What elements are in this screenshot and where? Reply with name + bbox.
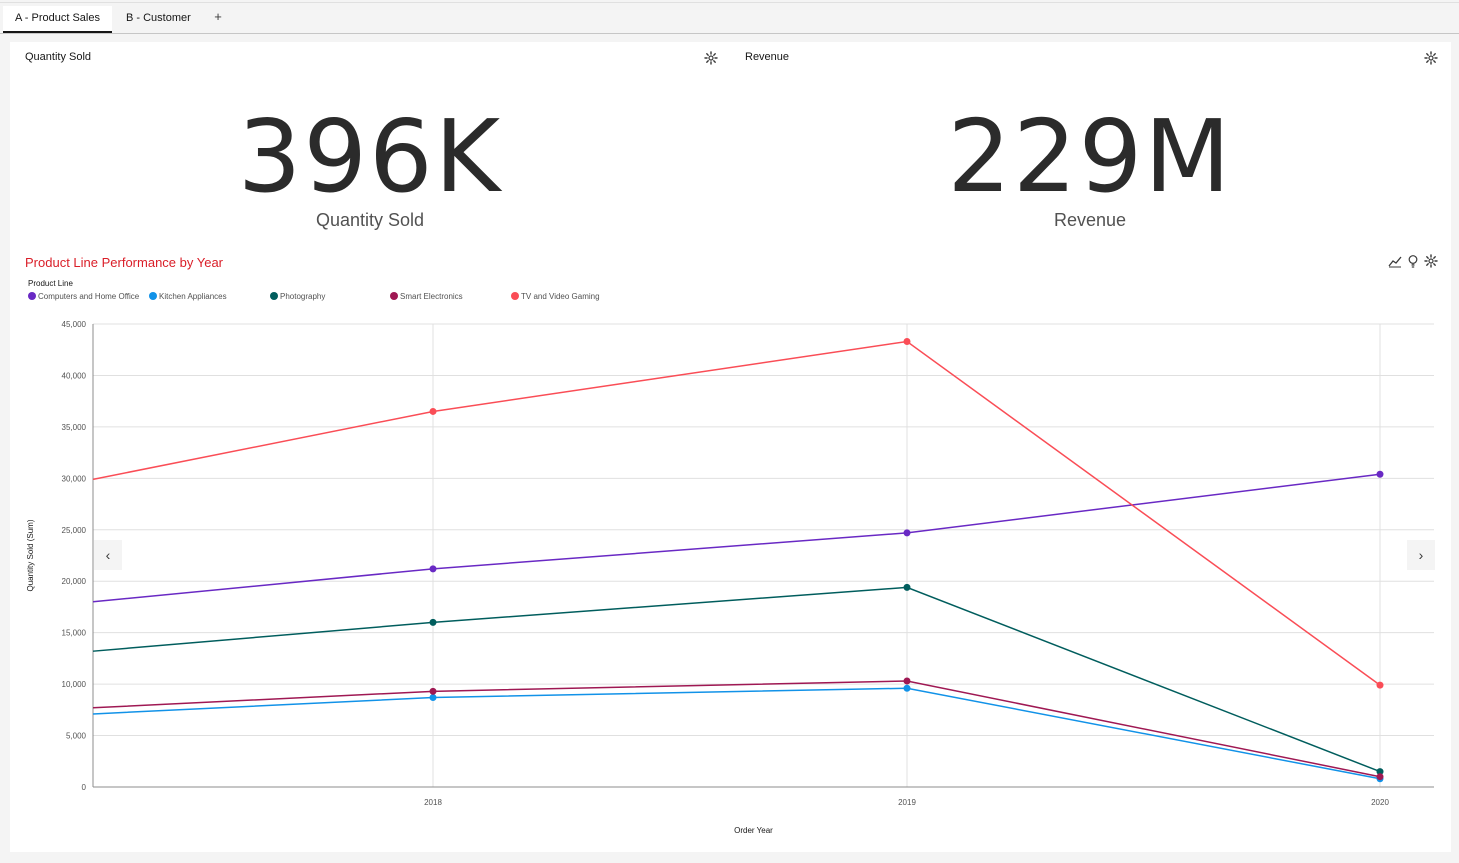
data-point <box>903 684 911 692</box>
tab-product-sales[interactable]: A - Product Sales <box>3 6 112 33</box>
series-line <box>92 687 1381 780</box>
series-line <box>92 340 1381 686</box>
dashboard-canvas: Quantity Sold 396K Quantity Sold Revenue… <box>10 42 1451 852</box>
x-tick-label: 2020 <box>1371 798 1389 807</box>
chart-next-button[interactable]: › <box>1407 540 1435 570</box>
series-line <box>92 473 1381 603</box>
tab-bar-divider <box>0 2 1459 3</box>
line-chart: 0 5,000 10,000 15,000 20,000 25,000 30,000 35,0… <box>26 320 1434 835</box>
series-line <box>92 680 1381 778</box>
data-point <box>903 337 911 345</box>
y-tick-label: 20,000 <box>62 577 87 586</box>
data-point <box>429 618 437 626</box>
y-tick-label: 15,000 <box>62 629 87 638</box>
y-tick-label: 25,000 <box>62 526 87 535</box>
y-axis-label: Quantity Sold (Sum) <box>26 519 35 591</box>
data-point <box>903 677 911 685</box>
data-point <box>1376 470 1384 478</box>
data-point <box>429 693 437 701</box>
data-point <box>429 565 437 573</box>
tab-customer[interactable]: B - Customer <box>114 6 203 33</box>
series-line <box>92 586 1381 773</box>
y-tick-label: 40,000 <box>62 371 87 380</box>
y-tick-label: 35,000 <box>62 423 87 432</box>
y-tick-label: 10,000 <box>62 680 87 689</box>
chart-prev-button[interactable]: ‹ <box>94 540 122 570</box>
tab-bar: A - Product Sales B - Customer + <box>0 0 1459 34</box>
y-tick-label: 0 <box>82 783 87 792</box>
x-tick-label: 2019 <box>898 798 916 807</box>
add-tab-button[interactable]: + <box>208 6 228 30</box>
y-tick-label: 5,000 <box>66 732 87 741</box>
data-point <box>903 583 911 591</box>
data-point <box>1376 681 1384 689</box>
data-point <box>1376 773 1384 781</box>
data-point <box>429 687 437 695</box>
y-tick-label: 30,000 <box>62 474 87 483</box>
data-point <box>429 407 437 415</box>
x-tick-label: 2018 <box>424 798 442 807</box>
data-point <box>903 529 911 537</box>
x-axis-label: Order Year <box>734 826 773 835</box>
y-tick-label: 45,000 <box>62 320 87 329</box>
